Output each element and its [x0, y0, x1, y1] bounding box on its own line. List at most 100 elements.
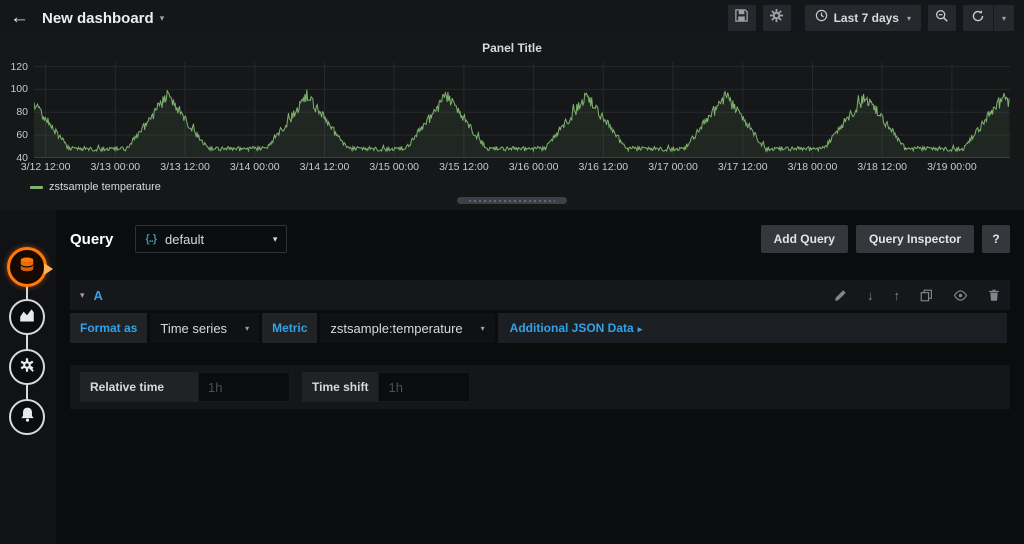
relative-time-label: Relative time — [80, 372, 198, 402]
x-axis-tick-label: 3/16 12:00 — [579, 161, 629, 173]
resize-handle-dots — [469, 200, 555, 202]
edit-query-button[interactable] — [834, 289, 847, 302]
x-axis-tick-label: 3/18 12:00 — [857, 161, 907, 173]
eye-icon — [953, 289, 968, 302]
x-axis-tick-label: 3/12 12:00 — [21, 161, 71, 173]
format-as-caret-icon: ▾ — [245, 324, 249, 333]
metric-label: Metric — [262, 313, 317, 343]
bell-icon — [19, 406, 36, 428]
y-axis-tick-label: 60 — [16, 129, 28, 141]
timeseries-chart-svg — [34, 62, 1010, 158]
delete-query-button[interactable] — [988, 289, 1000, 302]
format-as-select[interactable]: Time series ▾ — [150, 313, 259, 343]
x-axis-tick-label: 3/15 12:00 — [439, 161, 489, 173]
back-arrow-icon[interactable]: ← — [10, 7, 38, 29]
query-inspector-button[interactable]: Query Inspector — [856, 225, 974, 253]
additional-json-label: Additional JSON Data — [510, 321, 634, 335]
x-axis-tick-label: 3/19 00:00 — [927, 161, 977, 173]
trash-icon — [988, 289, 1000, 302]
panel-title[interactable]: Panel Title — [0, 41, 1024, 55]
query-header-row: Query {..} default ▾ Add Query Query Ins… — [70, 224, 1010, 254]
add-query-button[interactable]: Add Query — [761, 225, 848, 253]
chart-legend-item[interactable]: zstsample temperature — [30, 181, 161, 193]
panel-resize-handle[interactable] — [457, 197, 567, 204]
arrow-down-icon: ↓ — [867, 289, 874, 302]
x-axis-tick-label: 3/14 00:00 — [230, 161, 280, 173]
format-as-value: Time series — [160, 321, 227, 336]
additional-json-container: Additional JSON Data ▸ — [498, 313, 1007, 343]
collapse-caret-icon[interactable]: ▾ — [80, 290, 85, 301]
x-axis-tick-label: 3/15 00:00 — [369, 161, 419, 173]
datasource-value: default — [165, 232, 204, 247]
sidebar-tab-queries[interactable] — [7, 247, 47, 287]
refresh-button[interactable] — [963, 5, 994, 31]
arrow-up-icon: ↑ — [894, 289, 901, 302]
refresh-button-group: ▾ — [963, 5, 1014, 31]
sidebar-tab-general[interactable] — [9, 349, 45, 385]
legend-series-swatch — [30, 186, 43, 189]
x-axis-tick-label: 3/14 12:00 — [300, 161, 350, 173]
refresh-icon — [971, 9, 985, 28]
timeseries-chart[interactable] — [34, 62, 1010, 158]
pencil-icon — [834, 289, 847, 302]
move-query-down-button[interactable]: ↓ — [867, 289, 874, 302]
panel-editor-section: Query {..} default ▾ Add Query Query Ins… — [0, 210, 1024, 544]
sidebar-tab-visualization[interactable] — [9, 299, 45, 335]
time-shift-label: Time shift — [302, 372, 378, 402]
query-row-toolbar: ↓ ↑ — [814, 289, 1000, 302]
duplicate-query-button[interactable] — [920, 289, 933, 302]
legend-series-label: zstsample temperature — [49, 181, 161, 193]
x-axis-tick-label: 3/17 12:00 — [718, 161, 768, 173]
time-shift-group: Time shift — [302, 372, 470, 402]
time-shift-input[interactable] — [378, 372, 470, 402]
x-axis-tick-label: 3/13 12:00 — [160, 161, 210, 173]
gear-icon — [769, 8, 784, 28]
gear-wrench-icon — [18, 356, 36, 379]
save-dashboard-button[interactable] — [728, 5, 756, 31]
help-button[interactable]: ? — [982, 225, 1010, 253]
json-braces-icon: {..} — [145, 233, 156, 245]
clock-icon — [815, 9, 828, 27]
query-ref-id[interactable]: A — [94, 288, 103, 303]
editor-sidebar — [0, 210, 56, 544]
query-section-title: Query — [70, 231, 113, 248]
format-as-label: Format as — [70, 313, 147, 343]
additional-json-link[interactable]: Additional JSON Data ▸ — [510, 321, 643, 335]
metric-caret-icon: ▾ — [481, 324, 485, 333]
datasource-picker[interactable]: {..} default ▾ — [135, 225, 287, 253]
time-range-caret-icon: ▾ — [907, 14, 911, 23]
navbar-actions: Last 7 days ▾ ▾ — [721, 5, 1014, 31]
y-axis-tick-label: 120 — [10, 61, 28, 73]
dashboard-panel-section: ← New dashboard ▾ Last 7 days ▾ — [0, 0, 1024, 210]
dashboard-settings-button[interactable] — [763, 5, 791, 31]
query-options-row: Format as Time series ▾ Metric zstsample… — [70, 313, 1010, 343]
dashboard-title[interactable]: New dashboard — [42, 10, 154, 27]
copy-icon — [920, 289, 933, 302]
chart-icon — [18, 306, 36, 329]
chart-y-axis-labels: 406080100120 — [0, 62, 30, 158]
refresh-interval-dropdown[interactable]: ▾ — [994, 5, 1014, 31]
chart-x-axis-labels: 3/12 12:003/13 00:003/13 12:003/14 00:00… — [34, 161, 1010, 175]
move-query-up-button[interactable]: ↑ — [894, 289, 901, 302]
metric-select[interactable]: zstsample:temperature ▾ — [320, 313, 494, 343]
dashboard-title-caret-icon[interactable]: ▾ — [160, 13, 165, 24]
top-navbar: ← New dashboard ▾ Last 7 days ▾ — [0, 0, 1024, 36]
toggle-query-visibility-button[interactable] — [953, 289, 968, 302]
relative-time-input[interactable] — [198, 372, 290, 402]
query-editor-content: Query {..} default ▾ Add Query Query Ins… — [70, 210, 1010, 409]
panel-time-options-block: Relative time Time shift — [70, 365, 1010, 409]
y-axis-tick-label: 100 — [10, 83, 28, 95]
expander-right-icon: ▸ — [638, 324, 643, 334]
sidebar-tab-alert[interactable] — [9, 399, 45, 435]
query-row-header: ▾ A ↓ ↑ — [70, 280, 1010, 310]
database-icon — [17, 255, 37, 280]
x-axis-tick-label: 3/16 00:00 — [509, 161, 559, 173]
x-axis-tick-label: 3/18 00:00 — [788, 161, 838, 173]
time-range-picker[interactable]: Last 7 days ▾ — [805, 5, 921, 31]
sidebar-connector-line — [26, 267, 28, 417]
datasource-caret-icon: ▾ — [273, 234, 278, 245]
active-tab-pointer-icon — [44, 263, 53, 275]
zoom-out-time-button[interactable] — [928, 5, 956, 31]
time-range-label: Last 7 days — [834, 11, 899, 25]
y-axis-tick-label: 80 — [16, 106, 28, 118]
